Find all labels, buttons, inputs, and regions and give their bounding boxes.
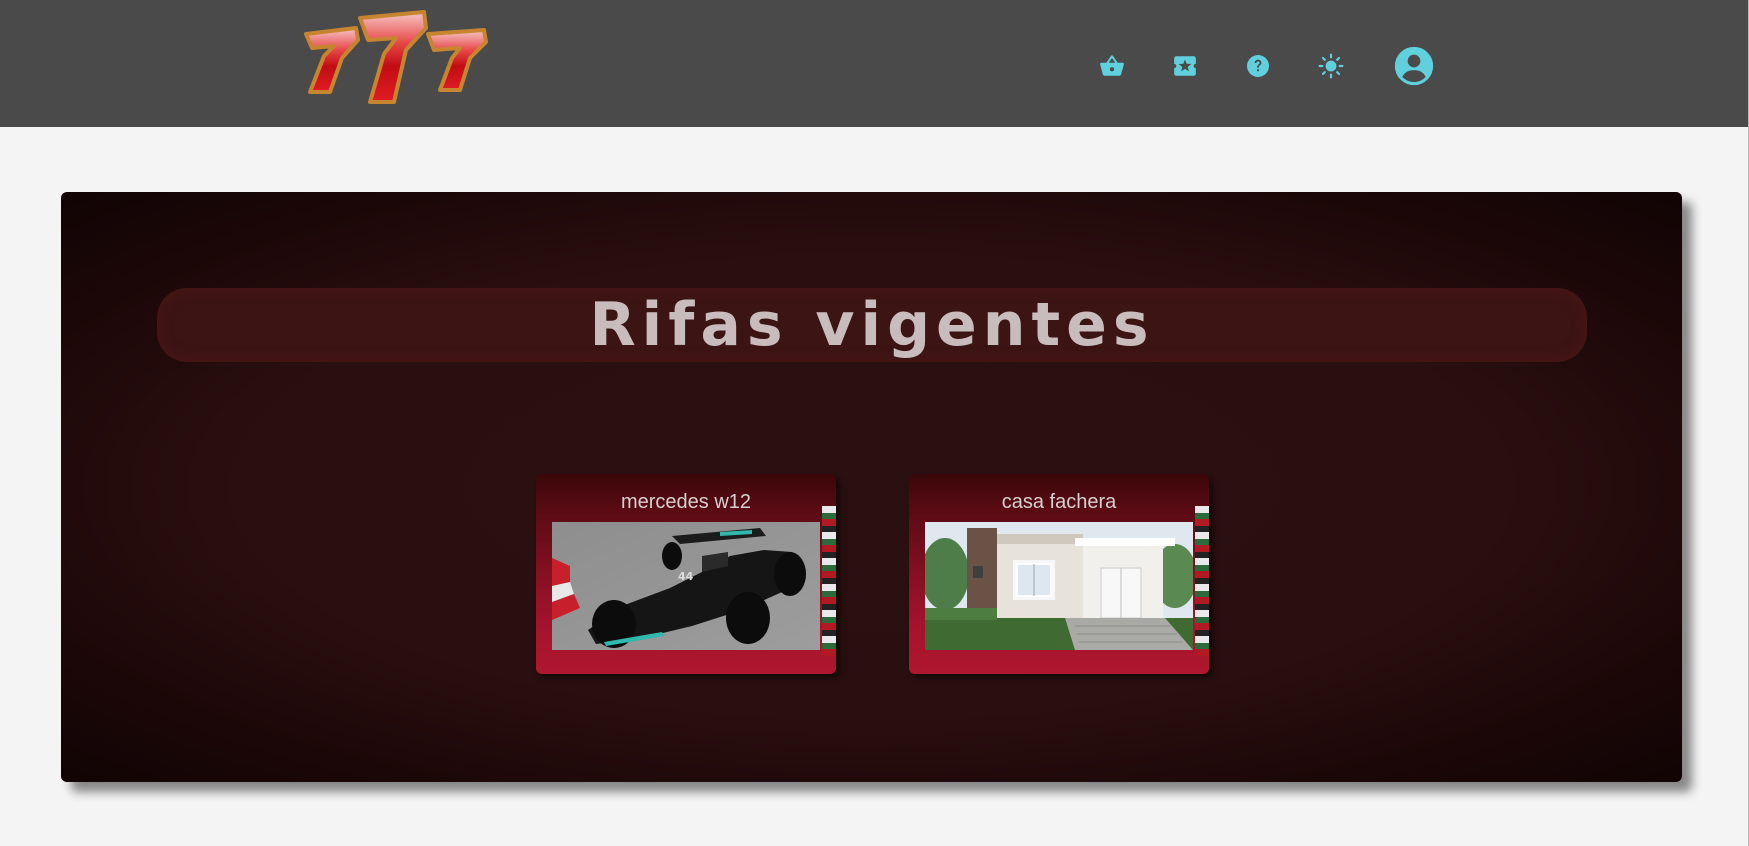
casino-chips-decoration	[822, 506, 836, 656]
help-circle-icon	[1246, 54, 1270, 78]
raffles-panel: Rifas vigentes mercedes w12 44 casa fach…	[61, 192, 1682, 782]
ticket-star-icon	[1172, 55, 1198, 77]
tickets-button[interactable]	[1163, 44, 1207, 88]
sun-icon	[1318, 53, 1344, 79]
top-header	[0, 0, 1749, 127]
help-button[interactable]	[1236, 44, 1280, 88]
raffle-card-title: mercedes w12	[620, 491, 752, 513]
account-button[interactable]	[1392, 44, 1436, 88]
shopping-basket-icon	[1099, 55, 1125, 77]
casino-chips-decoration	[1195, 506, 1209, 656]
formula-one-car-image: 44	[552, 522, 820, 650]
theme-toggle-button[interactable]	[1309, 44, 1353, 88]
raffle-card-casa-fachera[interactable]: casa fachera	[909, 474, 1209, 674]
house-image	[925, 522, 1193, 650]
raffle-card-title: casa fachera	[1001, 491, 1117, 513]
page-title: Rifas vigentes	[589, 290, 1155, 360]
svg-text:44: 44	[678, 570, 694, 583]
title-banner: Rifas vigentes	[157, 288, 1587, 362]
logo-777[interactable]	[298, 6, 492, 110]
raffle-card-mercedes-w12[interactable]: mercedes w12 44	[536, 474, 836, 674]
account-circle-icon	[1394, 46, 1434, 86]
basket-button[interactable]	[1090, 44, 1134, 88]
header-nav	[1090, 44, 1450, 88]
